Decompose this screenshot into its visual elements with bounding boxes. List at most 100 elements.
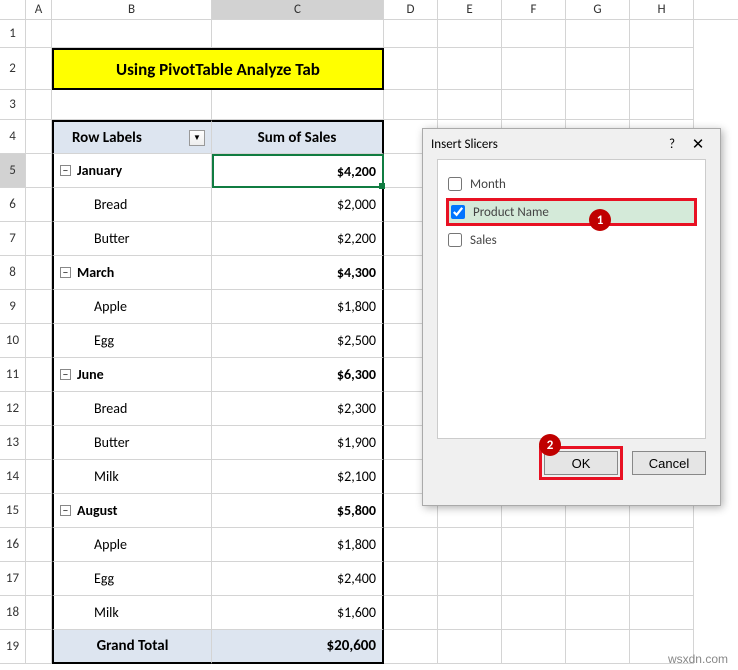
pivot-group-total[interactable]: $6,300 — [212, 358, 384, 392]
cell[interactable] — [566, 48, 630, 90]
cell[interactable] — [26, 562, 52, 596]
col-header-c[interactable]: C — [212, 0, 384, 19]
cell[interactable] — [26, 48, 52, 90]
cell[interactable] — [26, 630, 52, 664]
collapse-icon[interactable]: − — [60, 267, 71, 278]
field-item-sales[interactable]: Sales — [446, 226, 697, 254]
cell[interactable] — [438, 562, 502, 596]
pivot-group[interactable]: − August — [52, 494, 212, 528]
cell[interactable] — [384, 630, 438, 664]
row-header-8[interactable]: 8 — [0, 256, 26, 290]
cell[interactable] — [212, 20, 384, 48]
filter-dropdown-icon[interactable]: ▼ — [189, 130, 205, 146]
pivot-grandtotal-value[interactable]: $20,600 — [212, 630, 384, 664]
cell[interactable] — [438, 90, 502, 120]
pivot-header-sumofsales[interactable]: Sum of Sales — [212, 120, 384, 154]
cell[interactable] — [502, 20, 566, 48]
cell[interactable] — [566, 562, 630, 596]
cell[interactable] — [26, 256, 52, 290]
cell[interactable] — [26, 20, 52, 48]
row-header-18[interactable]: 18 — [0, 596, 26, 630]
cell[interactable] — [26, 188, 52, 222]
pivot-item-value[interactable]: $2,300 — [212, 392, 384, 426]
pivot-item[interactable]: Butter — [52, 222, 212, 256]
cell[interactable] — [630, 528, 694, 562]
cell[interactable] — [502, 48, 566, 90]
pivot-group[interactable]: − March — [52, 256, 212, 290]
pivot-group[interactable]: − June — [52, 358, 212, 392]
pivot-item-value[interactable]: $1,800 — [212, 290, 384, 324]
pivot-item[interactable]: Egg — [52, 324, 212, 358]
field-item-product-name[interactable]: Product Name — [446, 198, 697, 226]
pivot-item-value[interactable]: $2,100 — [212, 460, 384, 494]
pivot-group-total[interactable]: $4,300 — [212, 256, 384, 290]
row-header-17[interactable]: 17 — [0, 562, 26, 596]
pivot-group-total[interactable]: $4,200 — [212, 154, 384, 188]
pivot-item[interactable]: Apple — [52, 290, 212, 324]
cell[interactable] — [630, 596, 694, 630]
cell[interactable] — [630, 20, 694, 48]
pivot-header-rowlabels[interactable]: Row Labels ▼ — [52, 120, 212, 154]
cell[interactable] — [26, 154, 52, 188]
cell[interactable] — [26, 392, 52, 426]
cell[interactable] — [212, 90, 384, 120]
row-header-3[interactable]: 3 — [0, 90, 26, 120]
cell[interactable] — [502, 596, 566, 630]
col-header-e[interactable]: E — [438, 0, 502, 19]
cell[interactable] — [26, 358, 52, 392]
pivot-item[interactable]: Bread — [52, 188, 212, 222]
pivot-item-value[interactable]: $2,500 — [212, 324, 384, 358]
cell[interactable] — [26, 120, 52, 154]
cell[interactable] — [384, 562, 438, 596]
cell[interactable] — [384, 90, 438, 120]
pivot-item[interactable]: Milk — [52, 596, 212, 630]
col-header-h[interactable]: H — [630, 0, 694, 19]
cell[interactable] — [26, 90, 52, 120]
col-header-b[interactable]: B — [52, 0, 212, 19]
cell[interactable] — [630, 90, 694, 120]
pivot-group[interactable]: − January — [52, 154, 212, 188]
cell[interactable] — [26, 324, 52, 358]
cell[interactable] — [26, 290, 52, 324]
row-header-9[interactable]: 9 — [0, 290, 26, 324]
cell[interactable] — [384, 20, 438, 48]
row-header-10[interactable]: 10 — [0, 324, 26, 358]
cell[interactable] — [630, 562, 694, 596]
pivot-group-total[interactable]: $5,800 — [212, 494, 384, 528]
field-checkbox[interactable] — [448, 233, 462, 247]
row-header-11[interactable]: 11 — [0, 358, 26, 392]
cell[interactable] — [26, 528, 52, 562]
close-icon[interactable]: ✕ — [684, 135, 712, 154]
cell[interactable] — [52, 20, 212, 48]
pivot-grandtotal-label[interactable]: Grand Total — [52, 630, 212, 664]
row-header-2[interactable]: 2 — [0, 48, 26, 90]
cell[interactable] — [384, 48, 438, 90]
cell[interactable] — [502, 90, 566, 120]
cell[interactable] — [52, 90, 212, 120]
cell[interactable] — [502, 562, 566, 596]
cell[interactable] — [502, 630, 566, 664]
cell[interactable] — [566, 20, 630, 48]
pivot-item-value[interactable]: $2,000 — [212, 188, 384, 222]
pivot-item-value[interactable]: $1,800 — [212, 528, 384, 562]
title-cell[interactable]: Using PivotTable Analyze Tab — [52, 48, 384, 90]
cell[interactable] — [26, 494, 52, 528]
cell[interactable] — [438, 528, 502, 562]
field-checkbox[interactable] — [448, 177, 462, 191]
collapse-icon[interactable]: − — [60, 505, 71, 516]
col-header-a[interactable]: A — [26, 0, 52, 19]
pivot-item[interactable]: Egg — [52, 562, 212, 596]
dialog-titlebar[interactable]: Insert Slicers ? ✕ — [423, 129, 720, 159]
row-header-7[interactable]: 7 — [0, 222, 26, 256]
cell[interactable] — [630, 48, 694, 90]
cell[interactable] — [438, 48, 502, 90]
row-header-14[interactable]: 14 — [0, 460, 26, 494]
cell[interactable] — [438, 630, 502, 664]
collapse-icon[interactable]: − — [60, 165, 71, 176]
cancel-button[interactable]: Cancel — [632, 451, 706, 475]
pivot-item-value[interactable]: $1,900 — [212, 426, 384, 460]
cell[interactable] — [438, 20, 502, 48]
row-header-16[interactable]: 16 — [0, 528, 26, 562]
col-header-d[interactable]: D — [384, 0, 438, 19]
cell[interactable] — [566, 630, 630, 664]
